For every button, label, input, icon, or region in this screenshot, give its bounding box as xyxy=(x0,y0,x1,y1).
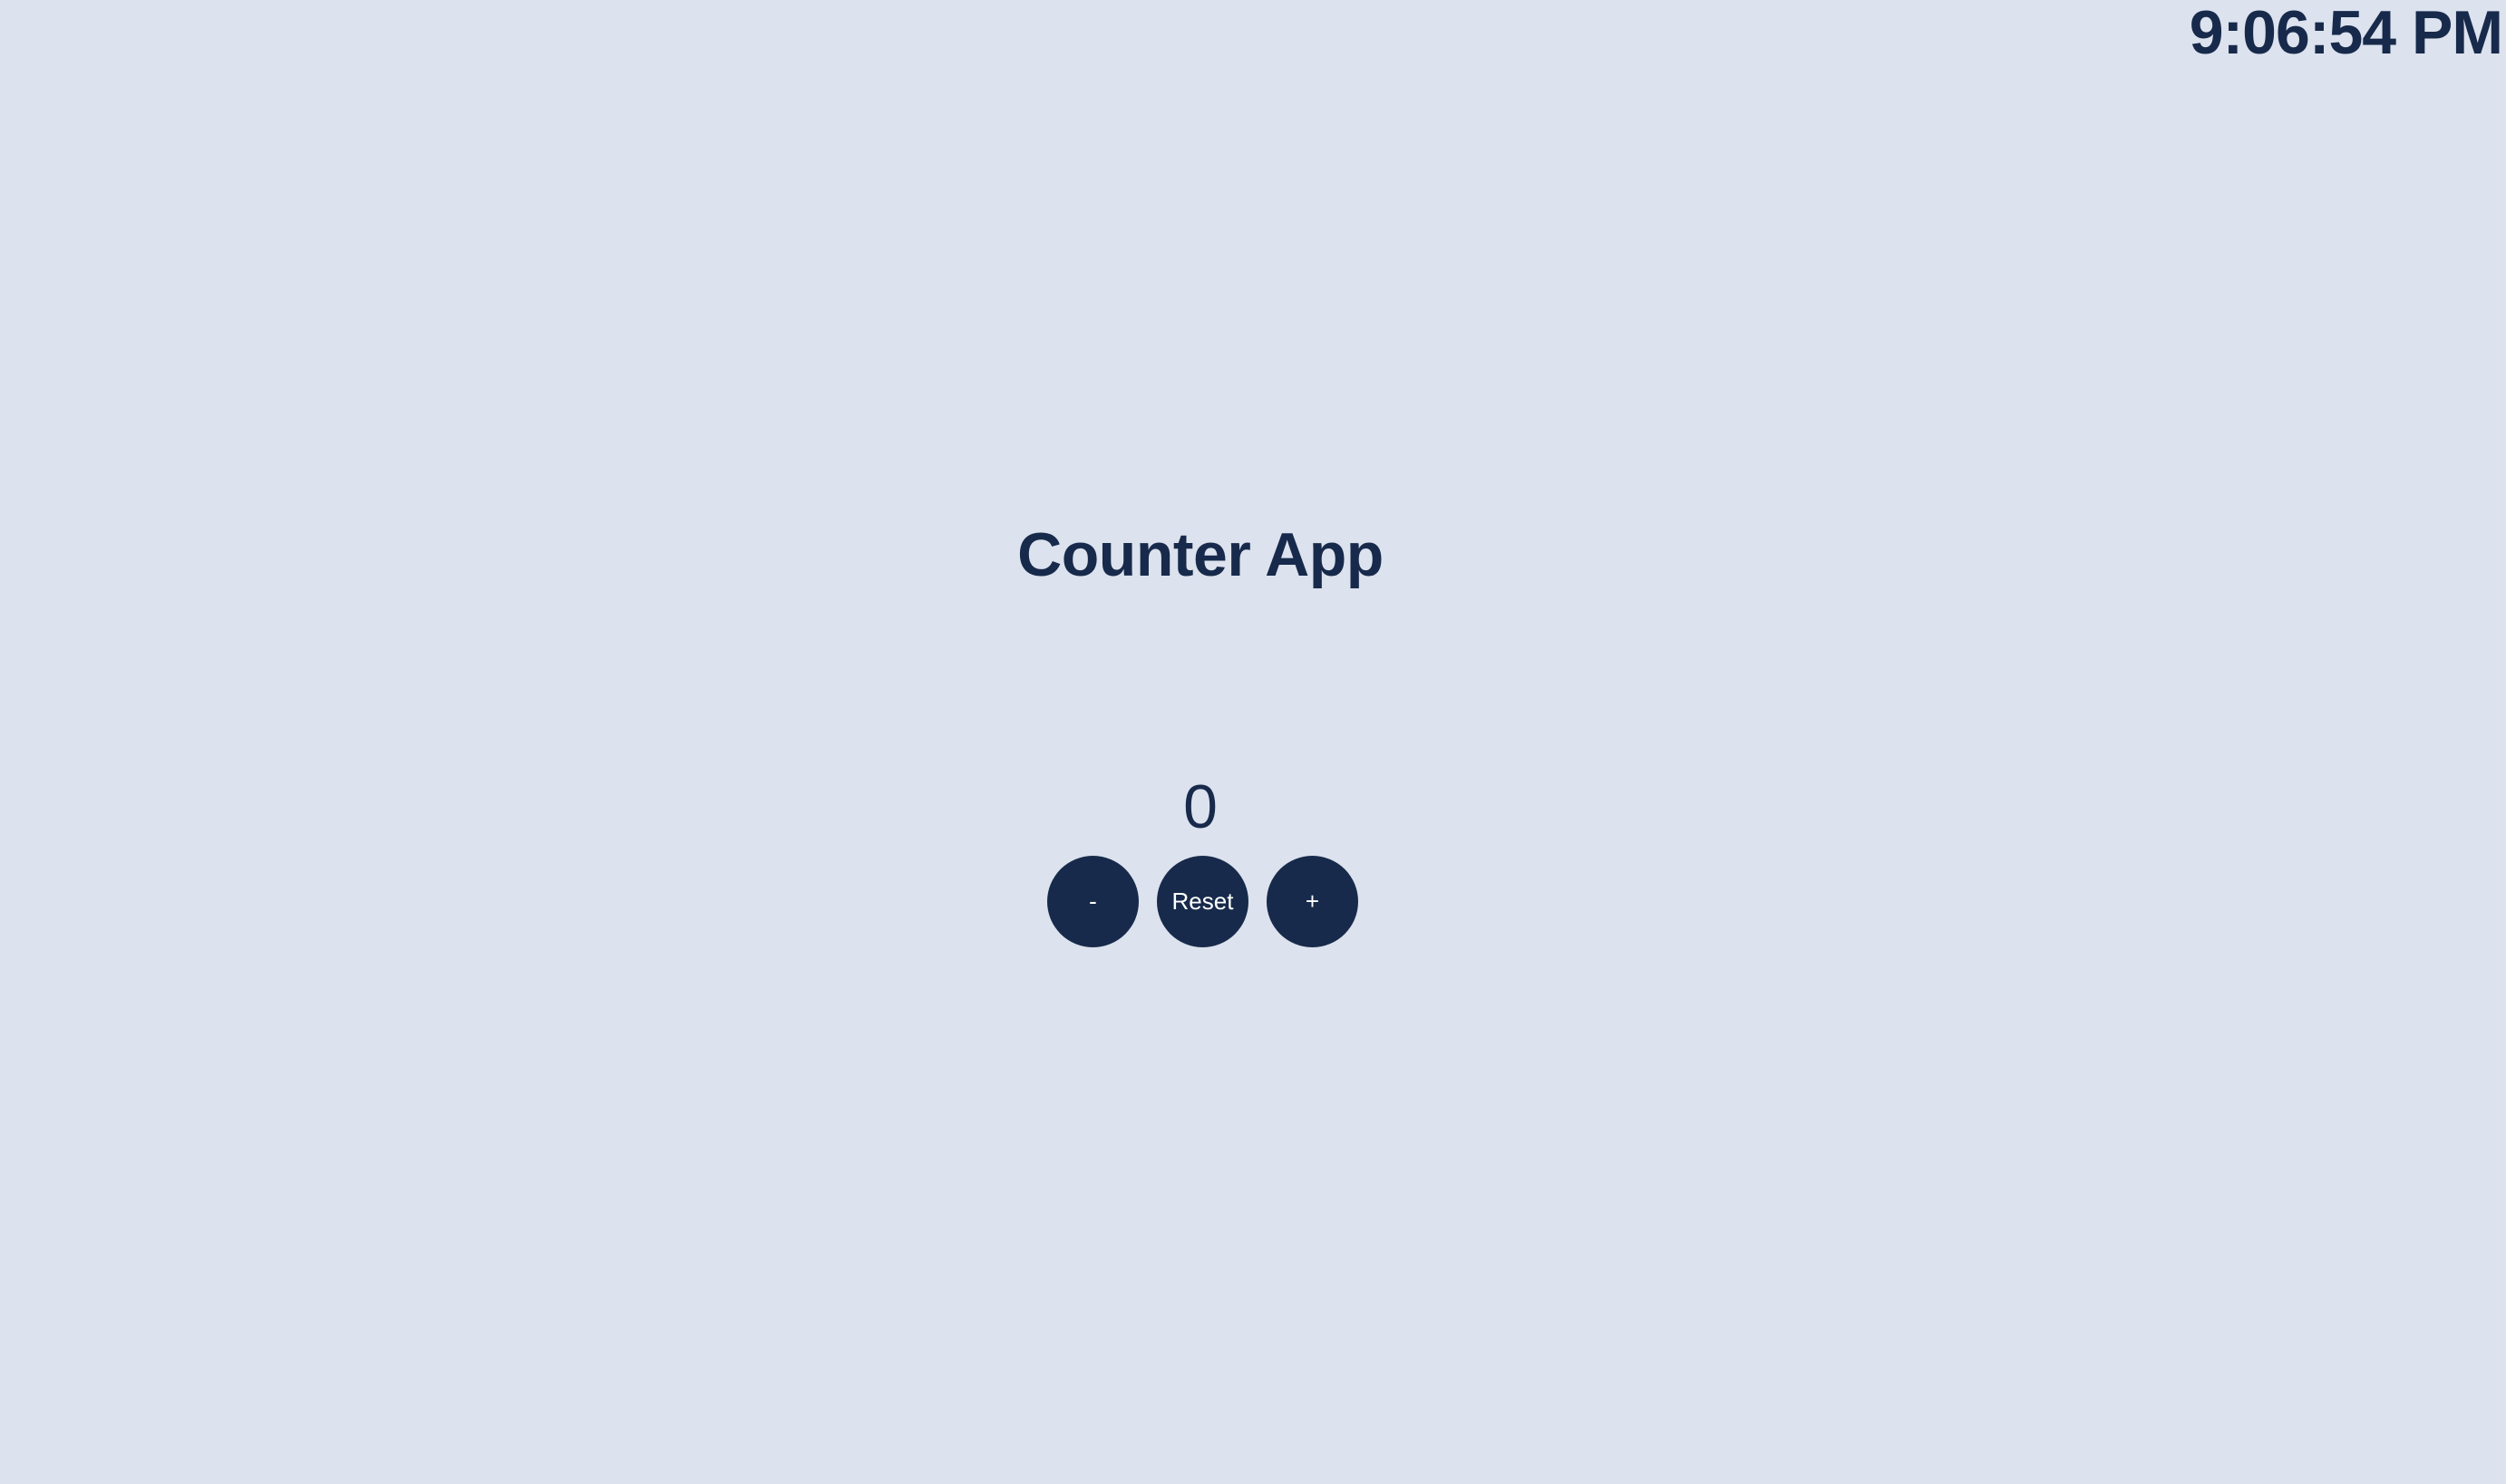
counter-controls: - Reset + xyxy=(1047,856,1358,948)
reset-button[interactable]: Reset xyxy=(1157,856,1248,947)
page-title: Counter App xyxy=(1017,520,1384,589)
clock-time: 9:06:54 PM xyxy=(2189,0,2503,67)
counter-value: 0 xyxy=(1183,772,1218,841)
increment-button[interactable]: + xyxy=(1267,856,1358,947)
decrement-button[interactable]: - xyxy=(1047,856,1139,947)
